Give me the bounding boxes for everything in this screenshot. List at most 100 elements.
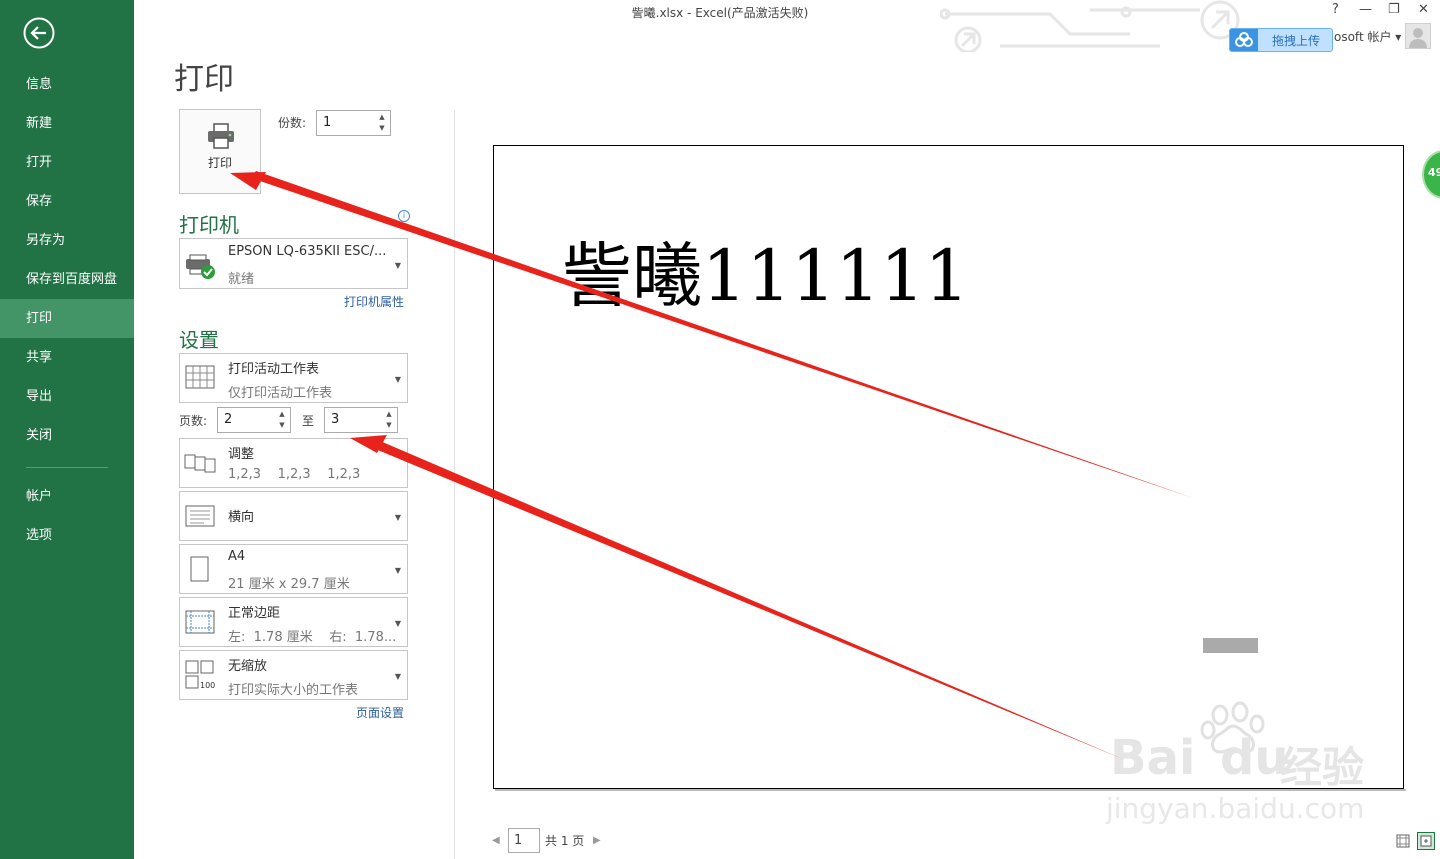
watermark-brand-du: du [1220,730,1289,786]
printer-dropdown[interactable]: EPSON LQ-635KII ESC/... 就绪 ▼ [179,238,408,289]
nav-open[interactable]: 打开 [0,143,134,182]
margins-icon [185,610,215,634]
chevron-down-icon: ▼ [394,566,401,575]
nav-info[interactable]: 信息 [0,65,134,104]
collate-title: 调整 [228,447,255,462]
help-icon[interactable]: ? [1332,2,1339,17]
paper-size-dropdown[interactable]: A4 21 厘米 x 29.7 厘米 ▼ [179,544,408,594]
collate-subtitle: 1,2,3 1,2,3 1,2,3 [228,467,361,482]
watermark-brand: Bai [1110,730,1196,786]
spin-up-icon[interactable]: ▲ [377,113,387,122]
chevron-down-icon: ▼ [394,513,401,522]
page-setup-link[interactable]: 页面设置 [356,704,404,721]
titlebar-decoration [940,0,1240,52]
pages-to-value: 3 [331,412,340,427]
chevron-down-icon: ▼ [394,260,401,270]
scope-title: 打印活动工作表 [228,362,320,377]
account-menu[interactable]: osoft 帐户 ▾ [1334,28,1401,45]
minimize-icon[interactable]: — [1359,2,1372,17]
nav-share[interactable]: 共享 [0,338,134,377]
scaling-title: 无缩放 [228,659,268,674]
watermark-url: jingyan.baidu.com [1106,792,1365,825]
close-icon[interactable]: ✕ [1418,2,1429,17]
upload-label: 拖拽上传 [1272,34,1321,48]
pages-to-stepper[interactable]: 3 ▲ ▼ [324,407,398,433]
avatar[interactable] [1405,23,1431,49]
spin-down-icon[interactable]: ▼ [377,124,387,133]
orientation-dropdown[interactable]: 横向 ▼ [179,491,408,541]
page-number-input[interactable]: 1 [508,828,540,853]
margins-dropdown[interactable]: 正常边距 左: 1.78 厘米 右: 1.78... ▼ [179,597,408,647]
zoom-to-page-icon[interactable] [1417,832,1435,850]
no-scaling-icon [185,660,214,689]
scaling-dropdown[interactable]: 100 无缩放 打印实际大小的工作表 ▼ [179,650,408,700]
preview-cell-text: 訾曦111111 [562,235,970,317]
scope-subtitle: 仅打印活动工作表 [228,386,333,401]
prev-page-icon[interactable]: ◀ [492,835,500,846]
panel-divider [454,110,455,859]
copies-stepper[interactable]: 1 ▲ ▼ [316,110,391,136]
margins-title: 正常边距 [228,606,281,621]
nav-save-to-baidu[interactable]: 保存到百度网盘 [0,260,134,299]
copies-value: 1 [323,115,332,130]
badge-number: 49 [1428,166,1440,179]
pages-to-label: 至 [302,414,315,428]
nav-save-as[interactable]: 另存为 [0,221,134,260]
print-scope-dropdown[interactable]: 打印活动工作表 仅打印活动工作表 ▼ [179,353,408,403]
floating-badge[interactable]: 49 [1422,150,1440,199]
page-number-value: 1 [514,833,523,848]
spin-down-icon[interactable]: ▼ [384,421,394,430]
pages-from-value: 2 [224,412,233,427]
spin-up-icon[interactable]: ▲ [277,410,287,419]
nav-export[interactable]: 导出 [0,377,134,416]
nav-close[interactable]: 关闭 [0,416,134,455]
nav-account[interactable]: 帐户 [0,477,134,516]
pages-from-stepper[interactable]: 2 ▲ ▼ [217,407,291,433]
print-button-label: 打印 [207,156,232,170]
chevron-down-icon: ▼ [394,619,401,628]
landscape-page-icon [185,505,215,527]
paper-title: A4 [228,549,246,564]
printer-status: 就绪 [228,272,255,287]
printer-section-title: 打印机 [179,213,239,237]
cloud-icon [1230,29,1258,51]
drag-upload-button[interactable]: 拖拽上传 [1229,28,1333,52]
print-preview-page: 訾曦111111 [493,145,1404,789]
worksheet-grid-icon [185,365,215,389]
settings-section-title: 设置 [179,328,219,352]
scaling-icon-text: 100 [200,681,216,690]
nav-print[interactable]: 打印 [0,299,134,338]
copies-label: 份数: [278,116,307,130]
printer-icon [208,123,234,149]
nav-divider [26,467,108,468]
nav-save[interactable]: 保存 [0,182,134,221]
orientation-title: 横向 [228,510,255,525]
nav-options[interactable]: 选项 [0,516,134,555]
paper-subtitle: 21 厘米 x 29.7 厘米 [228,577,350,592]
baidu-watermark: Bai du 经验 jingyan.baidu.com [1100,700,1400,830]
backstage-sidebar: 信息 新建 打开 保存 另存为 保存到百度网盘 打印 共享 导出 关闭 帐户 选… [0,0,134,859]
portrait-page-icon [190,556,209,582]
show-margins-icon[interactable] [1396,834,1410,848]
collate-dropdown[interactable]: 调整 1,2,3 1,2,3 1,2,3 [179,438,408,488]
watermark-brand-jingyan: 经验 [1280,743,1365,792]
scaling-subtitle: 打印实际大小的工作表 [228,683,359,698]
next-page-icon[interactable]: ▶ [593,835,601,846]
chevron-down-icon: ▼ [394,375,401,384]
restore-icon[interactable]: ❐ [1388,2,1400,17]
nav-new[interactable]: 新建 [0,104,134,143]
chevron-down-icon: ▼ [394,672,401,681]
spin-down-icon[interactable]: ▼ [277,421,287,430]
page-total: 共 1 页 [545,834,585,848]
printer-properties-link[interactable]: 打印机属性 [344,293,404,310]
back-arrow-icon[interactable] [23,17,55,49]
print-button[interactable]: 打印 [179,109,261,194]
spin-up-icon[interactable]: ▲ [384,410,394,419]
printer-ready-icon [186,254,215,279]
pages-label: 页数: [179,414,208,428]
page-title: 打印 [174,62,234,97]
preview-gray-block [1203,638,1258,653]
collate-pages-icon [184,454,216,473]
margins-subtitle: 左: 1.78 厘米 右: 1.78... [228,630,397,645]
info-icon[interactable]: i [398,210,410,222]
